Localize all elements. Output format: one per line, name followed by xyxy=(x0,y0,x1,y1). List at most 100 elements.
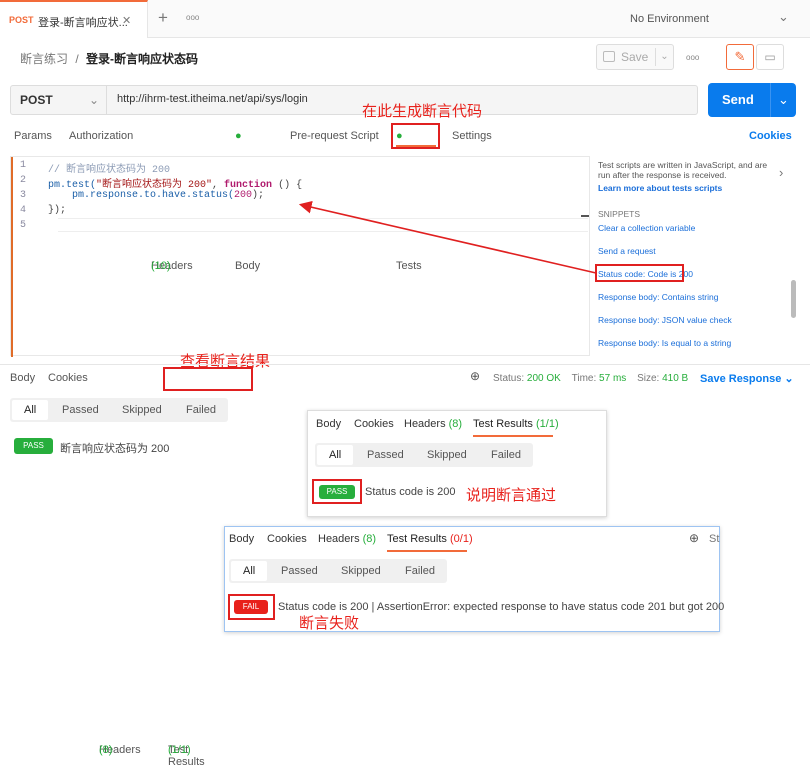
time-label: Time: xyxy=(571,373,597,384)
p1-tab-test-results-label: Test Results xyxy=(473,418,533,430)
snippet-item[interactable]: Response body: Is equal to a string xyxy=(598,338,731,348)
save-response-button[interactable]: Save Response ⌄ xyxy=(700,372,794,385)
p2-filter-skipped[interactable]: Skipped xyxy=(341,559,381,583)
send-button[interactable]: Send ⌄ xyxy=(708,83,796,117)
chevron-down-icon: ⌄ xyxy=(89,93,100,107)
code-line-3: pm.response.to.have.status(200); xyxy=(48,190,264,201)
body-dot-icon: ● xyxy=(235,130,242,142)
p1-tab-headers-count: (8) xyxy=(448,418,463,430)
code-comment: // 断言响应状态码为 200 xyxy=(48,165,171,176)
res-tab-headers-count: (8) xyxy=(99,744,113,756)
add-tab-icon[interactable]: + xyxy=(158,8,168,28)
pass-results-panel: Body Cookies Headers (8) Test Results (1… xyxy=(307,410,607,517)
line-number: 2 xyxy=(20,175,27,186)
annotation-generate: 在此生成断言代码 xyxy=(362,103,483,120)
code-number: 200 xyxy=(234,190,253,201)
learn-more-link[interactable]: Learn more about tests scripts xyxy=(598,183,722,193)
p2-tab-headers-label: Headers xyxy=(318,533,360,545)
url-bar: POST ⌄ http://ihrm-test.itheima.net/api/… xyxy=(10,85,698,115)
snippet-item[interactable]: Clear a collection variable xyxy=(598,223,695,233)
chevron-down-icon[interactable]: ⌄ xyxy=(778,9,789,25)
p1-filter-all[interactable]: All xyxy=(329,443,341,467)
close-icon[interactable]: ✕ xyxy=(122,14,131,27)
comments-icon[interactable]: ▭ xyxy=(756,44,784,70)
more-options-icon[interactable]: ooo xyxy=(686,53,699,62)
annotation-failed: 断言失败 xyxy=(299,615,360,632)
p2-filter-all[interactable]: All xyxy=(243,559,255,583)
more-tabs-icon[interactable]: ooo xyxy=(186,13,199,22)
p2-active-underline xyxy=(387,550,467,552)
editor-gutter-accent xyxy=(11,157,13,357)
res-tab-body[interactable]: Body xyxy=(10,372,35,384)
tab-params[interactable]: Params xyxy=(14,130,52,142)
side-scrollbar[interactable] xyxy=(791,280,796,318)
p1-tab-headers-label: Headers xyxy=(404,418,446,430)
status-label: Status: xyxy=(493,373,525,384)
res-tab-cookies[interactable]: Cookies xyxy=(48,372,88,384)
p2-tab-body[interactable]: Body xyxy=(229,533,254,545)
time-value: 57 ms xyxy=(599,373,627,384)
p1-tab-test-results[interactable]: Test Results (1/1) xyxy=(473,418,559,430)
save-response-label: Save Response xyxy=(700,373,782,385)
save-label: Save xyxy=(621,50,649,64)
globe-icon[interactable]: ⊕ xyxy=(689,531,699,545)
highlight-snippet xyxy=(595,264,684,282)
results-filter: All Passed Skipped Failed xyxy=(10,398,228,422)
p2-tab-headers[interactable]: Headers (8) xyxy=(318,533,376,545)
p2-results-filter: All Passed Skipped Failed xyxy=(229,559,447,583)
p2-tab-test-results[interactable]: Test Results (0/1) xyxy=(387,533,473,545)
chevron-down-icon[interactable]: ⌄ xyxy=(770,83,796,117)
method-select[interactable]: POST ⌄ xyxy=(11,86,107,114)
p1-tab-headers[interactable]: Headers (8) xyxy=(404,418,462,430)
tab-settings[interactable]: Settings xyxy=(452,130,492,142)
p2-tab-cookies[interactable]: Cookies xyxy=(267,533,307,545)
url-input[interactable]: http://ihrm-test.itheima.net/api/sys/log… xyxy=(117,93,308,105)
tab-title: 登录-断言响应状... xyxy=(38,17,128,29)
p2-filter-passed[interactable]: Passed xyxy=(281,559,318,583)
p1-filter-failed[interactable]: Failed xyxy=(491,443,521,467)
filter-skipped[interactable]: Skipped xyxy=(122,398,162,422)
request-tab[interactable]: POST 登录-断言响应状... ✕ xyxy=(0,0,148,38)
code-token: ); xyxy=(252,190,265,201)
divider xyxy=(0,364,810,365)
p1-tab-cookies[interactable]: Cookies xyxy=(354,418,394,430)
snippet-item[interactable]: Response body: Contains string xyxy=(598,292,719,302)
breadcrumb: 断言练习 / 登录-断言响应状态码 xyxy=(20,50,198,67)
p2-filter-failed[interactable]: Failed xyxy=(405,559,435,583)
breadcrumb-separator: / xyxy=(75,52,79,66)
test-result-name: 断言响应状态码为 200 xyxy=(60,443,170,455)
tab-prerequest[interactable]: Pre-request Script xyxy=(290,130,379,142)
p2-tab-test-results-count: (0/1) xyxy=(449,533,473,545)
edit-icon[interactable]: ✎ xyxy=(726,44,754,70)
globe-icon[interactable]: ⊕ xyxy=(470,369,480,383)
p2-tab-test-results-label: Test Results xyxy=(387,533,447,545)
response-status: Status: 200 OK Time: 57 ms Size: 410 B xyxy=(493,373,688,384)
save-button[interactable]: Save ⌄ xyxy=(596,44,674,70)
tab-body[interactable]: Body ● xyxy=(235,130,260,272)
chevron-down-icon[interactable]: ⌄ xyxy=(655,48,673,66)
p2-status-truncated: St xyxy=(709,533,720,545)
p2-tab-headers-count: (8) xyxy=(362,533,377,545)
p1-active-underline xyxy=(473,435,553,437)
tab-authorization[interactable]: Authorization xyxy=(69,130,133,142)
p1-tab-body[interactable]: Body xyxy=(316,418,341,430)
filter-all[interactable]: All xyxy=(24,398,36,422)
code-line-2: pm.test("断言响应状态码为 200", function () { xyxy=(48,175,302,191)
filter-failed[interactable]: Failed xyxy=(186,398,216,422)
line-number: 1 xyxy=(20,160,27,171)
filter-passed[interactable]: Passed xyxy=(62,398,99,422)
chevron-right-icon[interactable]: › xyxy=(779,165,783,180)
snippets-heading: SNIPPETS xyxy=(598,209,641,219)
environment-select[interactable]: No Environment xyxy=(630,13,709,25)
size-label: Size: xyxy=(637,373,660,384)
breadcrumb-parent[interactable]: 断言练习 xyxy=(20,52,68,66)
snippet-item[interactable]: Send a request xyxy=(598,246,656,256)
line-number: 5 xyxy=(20,220,27,231)
cookies-link[interactable]: Cookies xyxy=(749,130,792,142)
p1-test-name: Status code is 200 xyxy=(365,486,456,498)
p1-filter-passed[interactable]: Passed xyxy=(367,443,404,467)
code-token: () { xyxy=(272,180,303,191)
snippet-item[interactable]: Response body: JSON value check xyxy=(598,315,732,325)
size-value: 410 B xyxy=(662,373,689,384)
p1-filter-skipped[interactable]: Skipped xyxy=(427,443,467,467)
